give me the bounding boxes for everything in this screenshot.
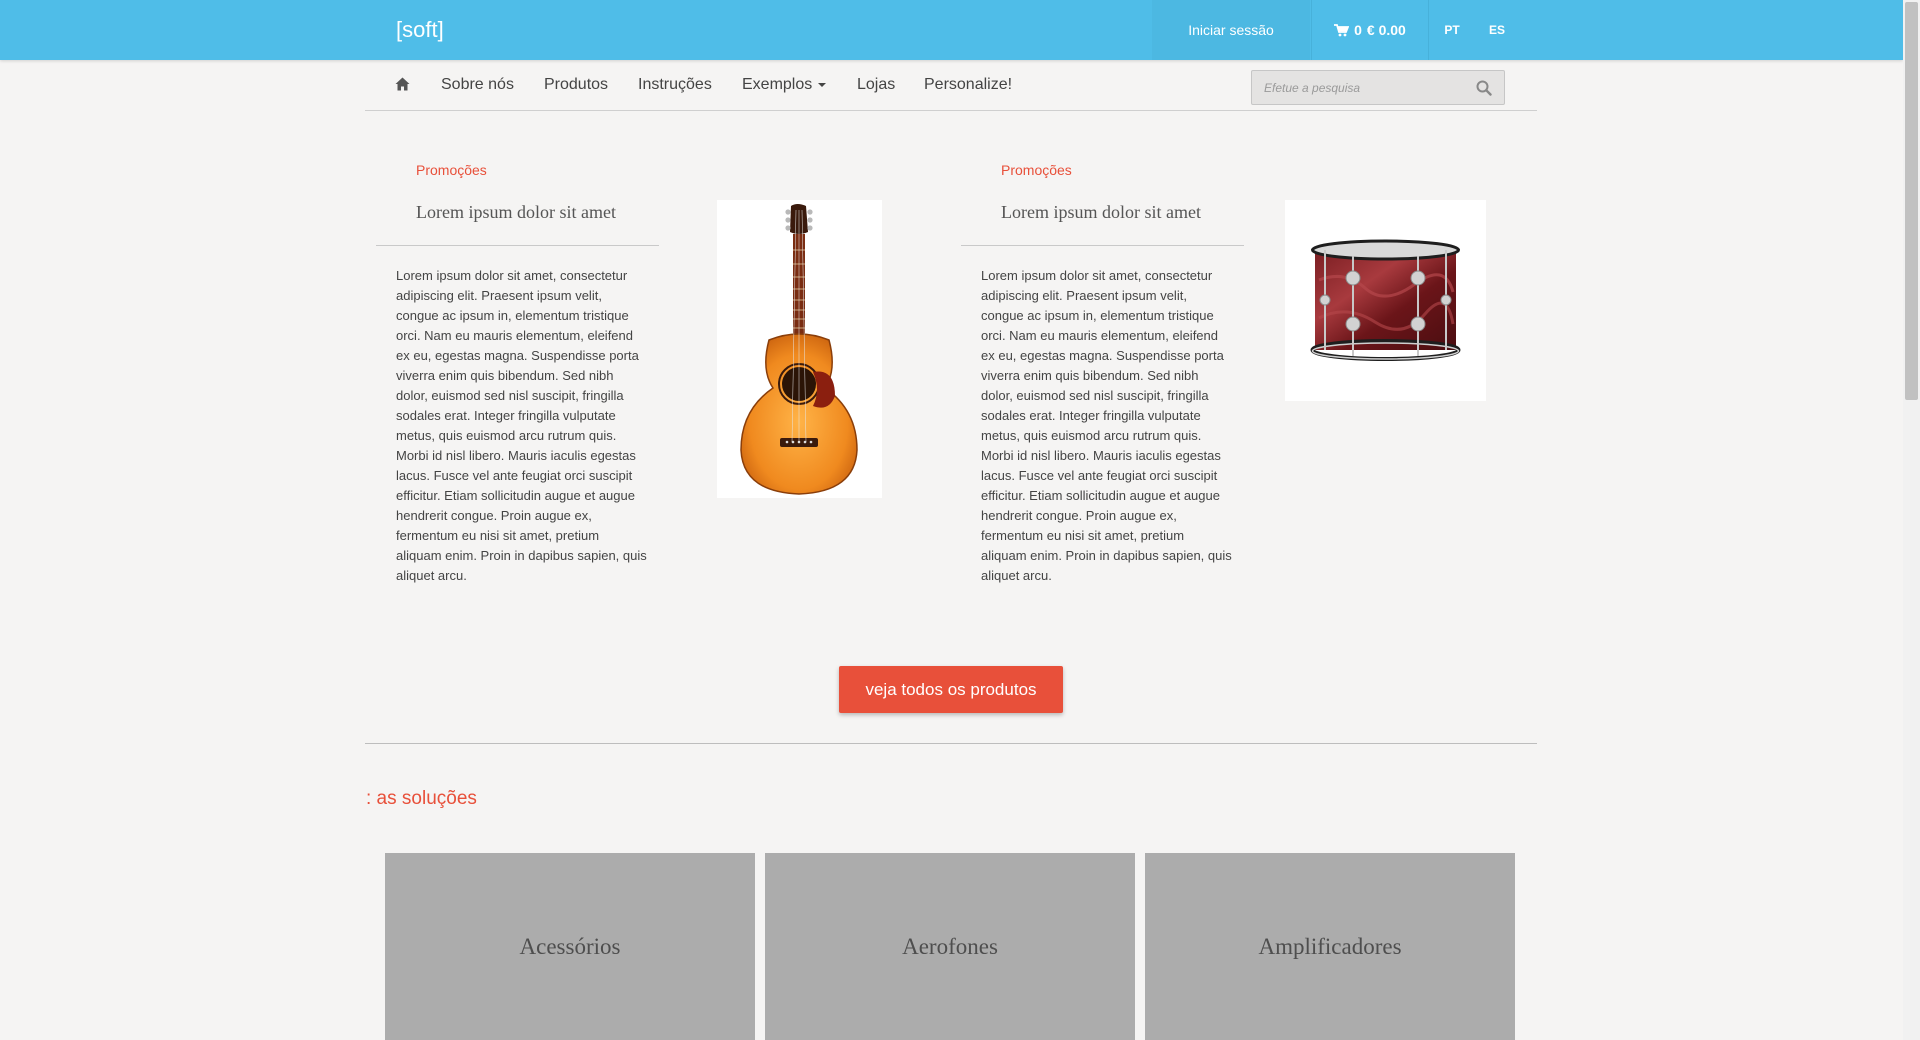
product-image-drum[interactable] [1285, 200, 1486, 401]
chevron-down-icon [818, 82, 827, 87]
nav-produtos[interactable]: Produtos [544, 76, 608, 94]
promo-title[interactable]: Lorem ipsum dolor sit amet [1001, 202, 1201, 223]
category-label: Amplificadores [1258, 933, 1402, 959]
nav-sobre-nos[interactable]: Sobre nós [441, 76, 514, 94]
promo-divider [376, 245, 659, 246]
login-button[interactable]: Iniciar sessão [1152, 0, 1310, 60]
nav-exemplos[interactable]: Exemplos [742, 76, 827, 94]
view-all-products-button[interactable]: veja todos os produtos [839, 666, 1063, 713]
promo-text: Lorem ipsum dolor sit amet, consectetur … [981, 268, 1232, 583]
cart-icon [1334, 23, 1350, 36]
search-input[interactable] [1252, 71, 1467, 104]
category-tile-amplificadores[interactable]: Amplificadores [1145, 853, 1515, 1040]
category-tile-aerofones[interactable]: Aerofones [765, 853, 1135, 1040]
main-nav: Sobre nós Produtos Instruções Exemplos L… [365, 60, 1537, 111]
cart-total: € 0.00 [1366, 22, 1406, 38]
solutions-title: : as soluções [366, 788, 477, 809]
top-bar: [soft] Iniciar sessão 0 € 0.00 PT ES [0, 0, 1903, 60]
language-pt[interactable]: PT [1437, 0, 1467, 60]
nav-instrucoes[interactable]: Instruções [638, 76, 712, 94]
section-divider [365, 743, 1537, 744]
drum-image [1310, 239, 1461, 361]
category-tile-acessorios[interactable]: Acessórios [385, 853, 755, 1040]
promo-tag: Promoções [416, 162, 487, 178]
promo-title[interactable]: Lorem ipsum dolor sit amet [416, 202, 616, 223]
guitar-image [740, 204, 858, 495]
category-label: Acessórios [519, 933, 621, 959]
search-box [1251, 70, 1505, 105]
home-icon[interactable] [395, 77, 410, 91]
promo-text: Lorem ipsum dolor sit amet, consectetur … [396, 268, 647, 583]
promo-tag: Promoções [1001, 162, 1072, 178]
promo-divider [961, 245, 1244, 246]
nav-personalize[interactable]: Personalize! [924, 76, 1012, 94]
scrollbar-thumb[interactable] [1905, 2, 1918, 400]
brand-logo[interactable]: [soft] [396, 17, 444, 43]
category-label: Aerofones [902, 933, 998, 959]
nav-lojas[interactable]: Lojas [857, 76, 895, 94]
search-icon[interactable] [1476, 80, 1492, 96]
cart-button[interactable]: 0 € 0.00 [1311, 0, 1429, 60]
product-image-guitar[interactable] [717, 200, 882, 498]
language-es[interactable]: ES [1482, 0, 1512, 60]
cart-count: 0 [1354, 22, 1362, 38]
nav-exemplos-label: Exemplos [742, 76, 813, 93]
